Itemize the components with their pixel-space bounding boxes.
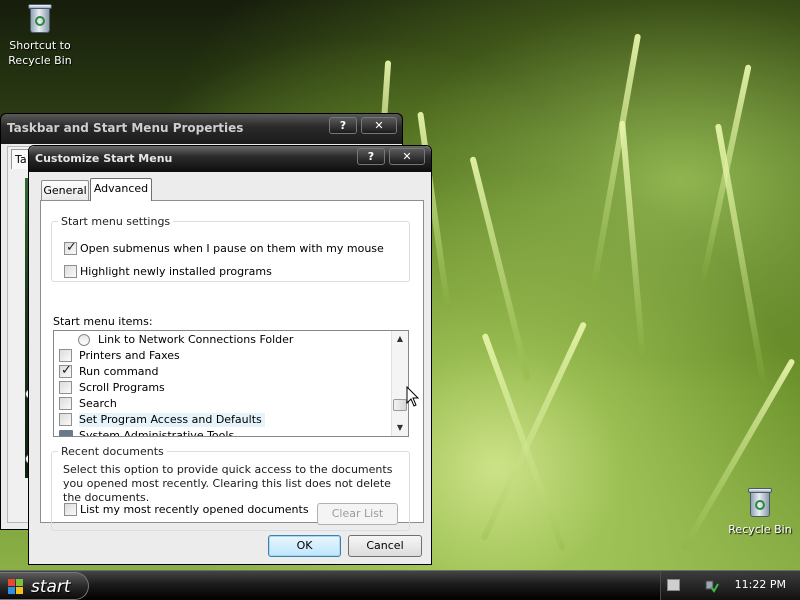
list-item-label: Link to Network Connections Folder xyxy=(98,333,294,346)
start-label: start xyxy=(31,577,71,597)
list-item[interactable]: Run command xyxy=(54,363,392,380)
list-item-label: Set Program Access and Defaults xyxy=(79,413,265,427)
list-item-label: Scroll Programs xyxy=(79,381,165,394)
list-item[interactable]: Printers and Faxes xyxy=(54,348,392,364)
window-titlebar[interactable]: Taskbar and Start Menu Properties ? ✕ xyxy=(1,114,402,142)
radio-button[interactable] xyxy=(78,334,90,346)
close-button[interactable]: ✕ xyxy=(361,117,397,134)
start-menu-items-list[interactable]: Link to Network Connections Folder Print… xyxy=(53,330,409,437)
open-submenus-checkbox[interactable] xyxy=(64,240,77,255)
clear-list-button[interactable]: Clear List xyxy=(317,503,398,525)
grass-blade xyxy=(480,321,588,542)
cancel-button[interactable]: Cancel xyxy=(348,535,422,557)
list-item-label: System Administrative Tools xyxy=(79,429,235,437)
list-item[interactable]: Link to Network Connections Folder xyxy=(54,332,392,348)
list-item-label: Run command xyxy=(79,365,159,378)
item-checkbox[interactable] xyxy=(59,397,72,410)
windows-logo-icon xyxy=(8,579,24,595)
tab-advanced[interactable]: Advanced xyxy=(90,178,152,201)
help-button[interactable]: ? xyxy=(329,117,357,134)
advanced-tab-panel: Start menu settings Open submenus when I… xyxy=(40,200,424,531)
list-item[interactable]: Scroll Programs xyxy=(54,380,392,396)
list-item[interactable]: System Administrative Tools xyxy=(54,428,392,437)
taskbar: start 11:22 PM xyxy=(0,570,800,600)
scroll-down-arrow-icon[interactable]: ▼ xyxy=(392,420,408,436)
list-item[interactable]: Search xyxy=(54,396,392,412)
item-checkbox[interactable] xyxy=(59,349,72,362)
folder-icon xyxy=(59,430,73,436)
scroll-up-arrow-icon[interactable]: ▲ xyxy=(392,331,408,347)
list-recent-docs-checkbox[interactable] xyxy=(64,503,77,516)
keyboard-icon[interactable] xyxy=(667,579,680,591)
grass-blade xyxy=(619,120,646,361)
item-checkbox[interactable] xyxy=(59,413,72,426)
dialog-client: General Advanced Start menu settings Ope… xyxy=(33,172,427,560)
highlight-programs-checkbox[interactable] xyxy=(64,265,77,278)
start-menu-items-label: Start menu items: xyxy=(53,315,153,328)
tab-general[interactable]: General xyxy=(41,180,89,201)
desktop-icon-label: Shortcut to xyxy=(9,39,71,52)
recent-documents-description: Select this option to provide quick acce… xyxy=(63,463,393,504)
desktop-icon-label: Recycle Bin xyxy=(728,523,792,536)
list-item-label: Printers and Faxes xyxy=(79,349,180,362)
start-button[interactable]: start xyxy=(0,572,89,600)
group-title: Recent documents xyxy=(58,445,167,458)
desktop-icon-recycle-bin[interactable]: Recycle Bin xyxy=(720,486,800,537)
dialog-title: Customize Start Menu xyxy=(35,152,173,165)
help-button[interactable]: ? xyxy=(357,148,385,165)
highlight-programs-label[interactable]: Highlight newly installed programs xyxy=(80,265,272,278)
mouse-pointer-icon xyxy=(406,386,420,407)
ok-button[interactable]: OK xyxy=(268,535,341,557)
scroll-thumb[interactable] xyxy=(393,399,407,411)
group-title: Start menu settings xyxy=(58,215,174,228)
grass-blade xyxy=(714,123,766,381)
window-title: Taskbar and Start Menu Properties xyxy=(7,121,244,135)
close-button[interactable]: ✕ xyxy=(389,148,425,165)
clock[interactable]: 11:22 PM xyxy=(735,578,786,592)
dialog-titlebar[interactable]: Customize Start Menu ? ✕ xyxy=(29,146,431,172)
recycle-bin-icon xyxy=(27,2,53,34)
item-checkbox[interactable] xyxy=(59,363,72,378)
desktop-icon-label: Recycle Bin xyxy=(8,54,72,67)
list-item[interactable]: Set Program Access and Defaults xyxy=(54,412,392,428)
desktop-icon-shortcut-recycle-bin[interactable]: Shortcut to Recycle Bin xyxy=(0,2,80,68)
item-checkbox[interactable] xyxy=(59,381,72,394)
list-recent-docs-label[interactable]: List my most recently opened documents xyxy=(80,503,309,516)
grass-blade xyxy=(469,156,531,381)
system-tray: 11:22 PM xyxy=(660,571,800,600)
list-scrollbar[interactable]: ▲ ▼ xyxy=(391,331,408,436)
open-submenus-label[interactable]: Open submenus when I pause on them with … xyxy=(80,242,384,255)
recycle-bin-icon xyxy=(747,486,773,518)
network-icon[interactable] xyxy=(705,579,719,593)
list-item-label: Search xyxy=(79,397,117,410)
customize-start-menu-dialog: Customize Start Menu ? ✕ General Advance… xyxy=(28,145,432,565)
